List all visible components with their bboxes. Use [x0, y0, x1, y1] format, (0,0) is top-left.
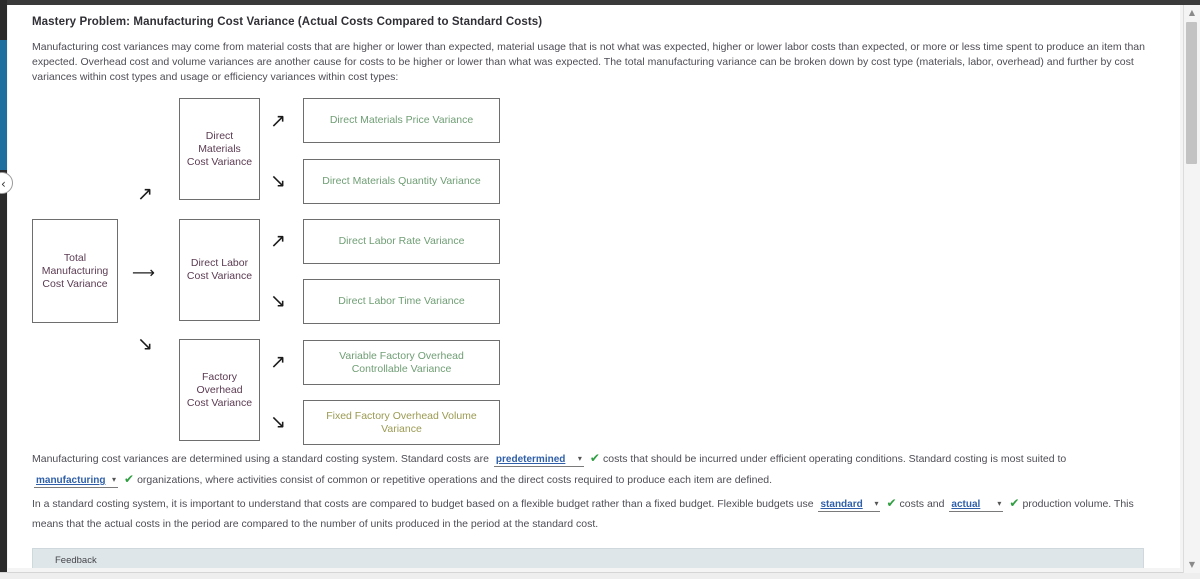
para1-text-segment-3: organizations, where activities consist … [137, 474, 773, 486]
window-bottom-edge [0, 572, 1200, 579]
dropdown-manufacturing[interactable]: manufacturing [34, 473, 118, 488]
vertical-scrollbar[interactable]: ▲ ▼ [1183, 5, 1200, 573]
fill-in-paragraph-2: In a standard costing system, it is impo… [8, 490, 1168, 534]
app-frame: Mastery Problem: Manufacturing Cost Vari… [0, 0, 1200, 579]
correct-check-icon-3: ✔ [886, 496, 897, 510]
dropdown-predetermined[interactable]: predetermined [493, 452, 584, 467]
dropdown-standard[interactable]: standard [818, 497, 881, 512]
diagram-box-direct-materials-quantity-variance: Direct Materials Quantity Variance [303, 159, 500, 204]
scroll-up-arrow-icon[interactable]: ▲ [1184, 5, 1200, 21]
arrow-up-right-root: ↗ [137, 183, 153, 205]
diagram-box-direct-labor-time-variance: Direct Labor Time Variance [303, 279, 500, 324]
para1-text-segment-2: costs that should be incurred under effi… [602, 453, 1067, 465]
diagram-box-direct-materials-cost-variance: Direct Materials Cost Variance [179, 98, 260, 200]
correct-check-icon-1: ✔ [589, 451, 600, 465]
para2-text-segment-2: costs and [899, 498, 945, 510]
arrow-up-right-overhead: ↗ [270, 351, 286, 373]
arrow-up-right-materials: ↗ [270, 110, 286, 132]
dropdown-actual[interactable]: actual [949, 497, 1004, 512]
scroll-down-arrow-icon[interactable]: ▼ [1184, 557, 1200, 573]
variance-diagram: Total Manufacturing Cost Variance ↗ ⟶ ↘ … [8, 85, 1168, 445]
para1-text-segment-1: Manufacturing cost variances are determi… [32, 453, 489, 465]
correct-check-icon-4: ✔ [1009, 496, 1020, 510]
arrow-down-right-root: ↘ [137, 333, 153, 355]
arrow-right-root: ⟶ [132, 263, 155, 282]
chevron-left-icon: ‹ [1, 177, 6, 191]
arrow-up-right-labor: ↗ [270, 230, 286, 252]
diagram-box-direct-labor-rate-variance: Direct Labor Rate Variance [303, 219, 500, 264]
diagram-box-fixed-factory-overhead-volume-variance: Fixed Factory Overhead Volume Variance [303, 400, 500, 445]
correct-check-icon-2: ✔ [124, 472, 135, 486]
content-card: Mastery Problem: Manufacturing Cost Vari… [8, 5, 1180, 568]
diagram-box-factory-overhead-cost-variance: Factory Overhead Cost Variance [179, 339, 260, 441]
diagram-box-direct-labor-cost-variance: Direct Labor Cost Variance [179, 219, 260, 321]
scrollbar-thumb[interactable] [1186, 22, 1197, 164]
arrow-down-right-materials: ↘ [270, 170, 286, 192]
intro-paragraph: Manufacturing cost variances may come fr… [32, 41, 1145, 83]
para2-text-segment-1: In a standard costing system, it is impo… [32, 498, 814, 510]
feedback-title: Feedback [41, 549, 1135, 568]
page-title: Mastery Problem: Manufacturing Cost Vari… [32, 16, 543, 28]
diagram-box-direct-materials-price-variance: Direct Materials Price Variance [303, 98, 500, 143]
arrow-down-right-overhead: ↘ [270, 411, 286, 433]
diagram-box-variable-factory-overhead-controllable-variance: Variable Factory Overhead Controllable V… [303, 340, 500, 385]
diagram-box-total-manufacturing-cost-variance: Total Manufacturing Cost Variance [32, 219, 118, 323]
feedback-panel: Feedback ▼Check My Work Standards are se… [32, 548, 1144, 568]
content-inner: Mastery Problem: Manufacturing Cost Vari… [8, 5, 1168, 568]
left-rail-accent [0, 40, 7, 170]
fill-in-paragraph-1: Manufacturing cost variances are determi… [8, 445, 1168, 490]
arrow-down-right-labor: ↘ [270, 290, 286, 312]
